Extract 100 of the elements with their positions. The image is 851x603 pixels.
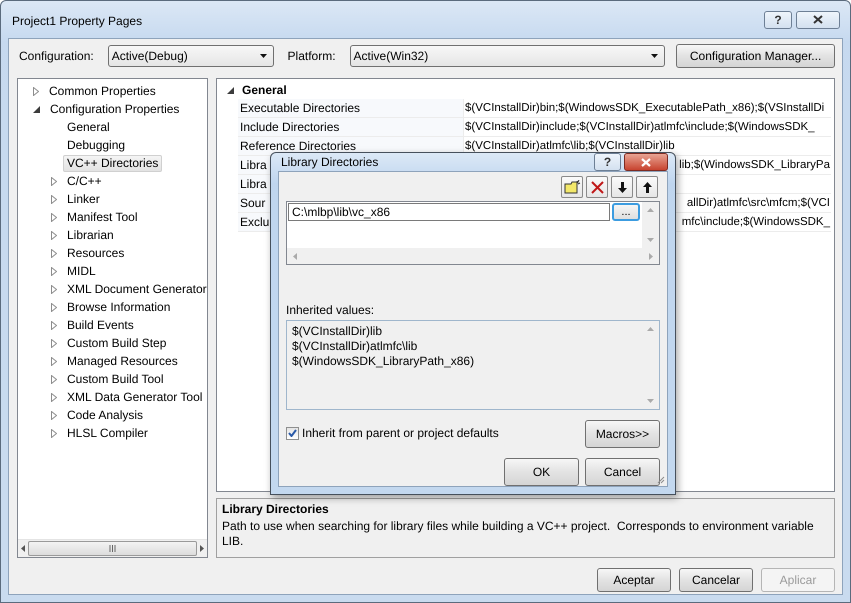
scroll-down-arrow-icon[interactable] bbox=[647, 238, 654, 242]
collapsed-arrow-icon[interactable] bbox=[51, 410, 57, 420]
collapsed-arrow-icon[interactable] bbox=[51, 392, 57, 402]
tree-item[interactable]: XML Document Generator bbox=[63, 280, 211, 298]
platform-label: Platform: bbox=[288, 49, 336, 63]
dropdown-caret-icon[interactable] bbox=[260, 54, 267, 58]
help-button[interactable]: ? bbox=[594, 153, 621, 171]
window-title: Project1 Property Pages bbox=[12, 14, 144, 28]
inherited-value: $(VCInstallDir)lib bbox=[292, 324, 384, 339]
close-icon bbox=[813, 15, 823, 24]
platform-dropdown[interactable]: Active(Win32) bbox=[350, 45, 666, 67]
inherited-values-label: Inherited values: bbox=[286, 303, 376, 317]
checkbox-label: Inherit from parent or project defaults bbox=[302, 426, 499, 440]
collapsed-arrow-icon[interactable] bbox=[51, 230, 57, 240]
tree-item[interactable]: Resources bbox=[63, 244, 128, 262]
collapsed-arrow-icon[interactable] bbox=[51, 248, 57, 258]
tree-item[interactable]: Linker bbox=[63, 190, 104, 208]
delete-icon bbox=[590, 180, 604, 194]
tree-item[interactable]: XML Data Generator Tool bbox=[63, 388, 206, 406]
collapsed-arrow-icon[interactable] bbox=[51, 302, 57, 312]
description-text: Path to use when searching for library files while building a VC++ project. Corresponds to environment variable LIB. bbox=[222, 519, 815, 549]
collapsed-arrow-icon[interactable] bbox=[51, 374, 57, 384]
close-icon bbox=[641, 158, 651, 166]
macros-button[interactable]: Macros>> bbox=[585, 420, 660, 448]
help-button[interactable]: ? bbox=[764, 10, 792, 28]
scrollbar-thumb[interactable] bbox=[28, 541, 197, 556]
tree-item[interactable]: Browse Information bbox=[63, 298, 174, 316]
scroll-left-arrow-icon[interactable] bbox=[21, 545, 25, 552]
move-up-button[interactable] bbox=[636, 176, 658, 198]
property-value: mfc\include;$(WindowsSDK_ bbox=[682, 216, 830, 228]
tree-item[interactable]: HLSL Compiler bbox=[63, 424, 152, 442]
collapsed-arrow-icon[interactable] bbox=[51, 428, 57, 438]
checkmark-icon bbox=[288, 429, 297, 437]
up-arrow-icon bbox=[642, 182, 652, 192]
close-button[interactable] bbox=[796, 10, 840, 28]
scroll-up-arrow-icon[interactable] bbox=[647, 327, 654, 331]
dialog-button[interactable]: OK bbox=[504, 458, 579, 486]
collapsed-arrow-icon[interactable] bbox=[51, 356, 57, 366]
tree-item[interactable]: Custom Build Step bbox=[63, 334, 170, 352]
property-value: allDir)atlmfc\src\mfcm;$(VCI bbox=[686, 197, 830, 209]
dialog-button[interactable]: Aceptar bbox=[597, 568, 671, 592]
dropdown-caret-icon[interactable] bbox=[651, 54, 658, 58]
folder-icon bbox=[564, 180, 580, 194]
collapsed-arrow-icon[interactable] bbox=[51, 266, 57, 276]
collapsed-arrow-icon[interactable] bbox=[51, 194, 57, 204]
collapsed-arrow-icon[interactable] bbox=[51, 212, 57, 222]
property-name: Include Directories bbox=[240, 120, 340, 134]
tree-item[interactable]: C/C++ bbox=[63, 172, 106, 190]
close-button[interactable] bbox=[624, 153, 668, 171]
property-value: $(VCInstallDir)bin;$(WindowsSDK_ExecutablePath_x86);$(VSInstallDi bbox=[465, 102, 824, 114]
expanded-arrow-icon[interactable] bbox=[33, 106, 40, 112]
dialog-title: Library Directories bbox=[281, 155, 380, 169]
expanded-arrow-icon[interactable] bbox=[227, 86, 234, 94]
collapsed-arrow-icon[interactable] bbox=[51, 284, 57, 294]
property-name: Libra bbox=[240, 177, 267, 191]
collapsed-arrow-icon[interactable] bbox=[51, 338, 57, 348]
dialog-button[interactable]: Cancelar bbox=[679, 568, 753, 592]
tree-item[interactable]: Custom Build Tool bbox=[63, 370, 168, 388]
scroll-up-arrow-icon[interactable] bbox=[647, 208, 654, 212]
dialog-button[interactable]: Cancel bbox=[585, 458, 660, 486]
tree-item[interactable]: VC++ Directories bbox=[63, 154, 162, 172]
resize-grip-icon[interactable] bbox=[656, 475, 665, 484]
tree-item[interactable]: Debugging bbox=[63, 136, 130, 154]
down-arrow-icon bbox=[618, 182, 626, 192]
tree-item[interactable]: Librarian bbox=[63, 226, 118, 244]
configuration-dropdown[interactable]: Active(Debug) bbox=[108, 45, 274, 67]
scroll-right-arrow-icon[interactable] bbox=[200, 545, 204, 552]
new-line-button[interactable] bbox=[561, 176, 583, 198]
description-title: Library Directories bbox=[222, 502, 330, 516]
tree-item[interactable]: Managed Resources bbox=[63, 352, 182, 370]
collapsed-arrow-icon[interactable] bbox=[51, 176, 57, 186]
tree-item[interactable]: Common Properties bbox=[45, 82, 160, 100]
tree-item[interactable]: Manifest Tool bbox=[63, 208, 142, 226]
inherited-value: $(VCInstallDir)atlmfc\lib bbox=[292, 339, 418, 354]
tree-item[interactable]: Build Events bbox=[63, 316, 138, 334]
property-name: Exclu bbox=[240, 215, 270, 229]
collapsed-arrow-icon[interactable] bbox=[51, 320, 57, 330]
property-name: Sour bbox=[240, 196, 266, 210]
inherit-checkbox[interactable] bbox=[286, 426, 299, 440]
property-value: $(VCInstallDir)include;$(VCInstallDir)atlmfc\include;$(WindowsSDK_ bbox=[465, 121, 815, 133]
tree-item[interactable]: MIDL bbox=[63, 262, 100, 280]
browse-button[interactable]: ... bbox=[612, 203, 640, 221]
scroll-down-arrow-icon[interactable] bbox=[647, 399, 654, 403]
directory-input-field[interactable]: C:\mlbp\lib\vc_x86 bbox=[288, 203, 610, 221]
configuration-manager-button[interactable]: Configuration Manager... bbox=[676, 44, 835, 68]
property-name: Libra bbox=[240, 158, 267, 172]
collapsed-arrow-icon[interactable] bbox=[33, 86, 39, 96]
move-down-button[interactable] bbox=[611, 176, 633, 198]
property-name: Reference Directories bbox=[240, 139, 356, 153]
tree-item[interactable]: Configuration Properties bbox=[46, 100, 184, 118]
delete-button[interactable] bbox=[586, 176, 608, 198]
property-value: $(VCInstallDir)atlmfc\lib;$(VCInstallDir)lib bbox=[465, 140, 675, 152]
property-name: Executable Directories bbox=[240, 101, 360, 115]
tree-item[interactable]: General bbox=[63, 118, 114, 136]
property-value: lib;$(WindowsSDK_LibraryPa bbox=[679, 159, 830, 171]
section-header: General bbox=[242, 83, 287, 97]
tree-item[interactable]: Code Analysis bbox=[63, 406, 148, 424]
configuration-label: Configuration: bbox=[19, 49, 94, 63]
grip-icon bbox=[109, 545, 116, 552]
inherited-value: $(WindowsSDK_LibraryPath_x86) bbox=[292, 354, 476, 369]
